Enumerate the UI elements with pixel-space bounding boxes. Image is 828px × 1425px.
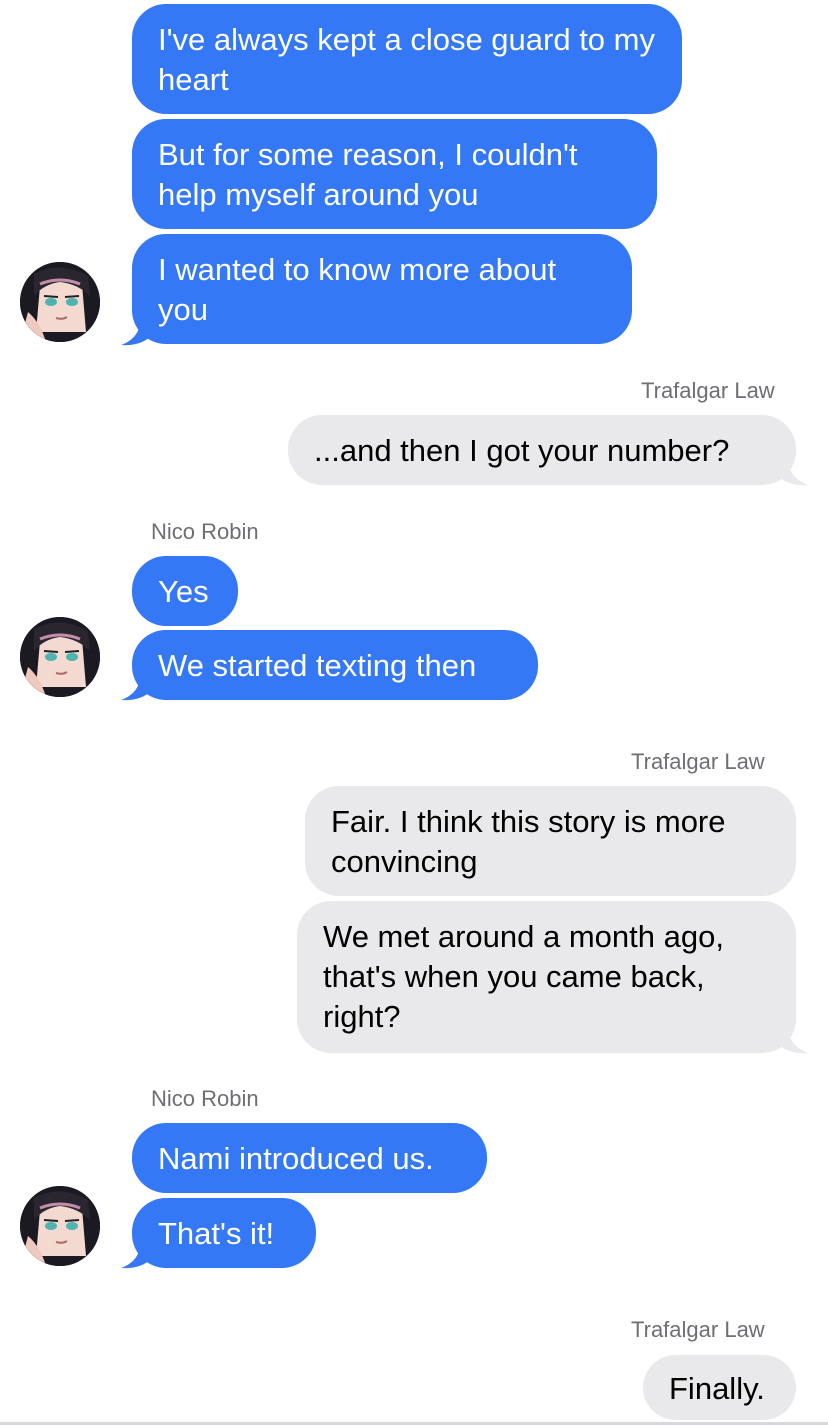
bubble-tail xyxy=(121,671,151,701)
message-bubble-outgoing[interactable]: Finally. xyxy=(643,1355,796,1420)
message-text: That's it! xyxy=(158,1216,275,1251)
sender-label: Trafalgar Law xyxy=(631,749,765,774)
message-text: ...and then I got your number? xyxy=(314,433,730,468)
message-bubble-incoming[interactable]: That's it! xyxy=(132,1198,316,1268)
message-text: Yes xyxy=(158,574,209,609)
bubble-tail xyxy=(778,456,808,486)
nico-robin-avatar-icon[interactable] xyxy=(20,617,100,697)
sender-label: Nico Robin xyxy=(151,519,259,544)
sender-label: Nico Robin xyxy=(151,1086,259,1111)
message-text: We started texting then xyxy=(158,648,477,683)
message-text: We met around a month ago, that's when y… xyxy=(323,919,724,1034)
message-bubble-outgoing[interactable]: ...and then I got your number? xyxy=(288,415,796,485)
message-text: But for some reason, I couldn't help mys… xyxy=(158,137,578,212)
message-text: Nami introduced us. xyxy=(158,1141,434,1176)
message-bubble-incoming[interactable]: Yes xyxy=(132,556,238,626)
message-text: Finally. xyxy=(669,1371,765,1406)
message-bubble-incoming[interactable]: Nami introduced us. xyxy=(132,1123,487,1193)
message-bubble-outgoing[interactable]: Fair. I think this story is more convinc… xyxy=(305,786,796,896)
message-bubble-incoming[interactable]: I wanted to know more about you xyxy=(132,234,632,344)
message-text: I've always kept a close guard to my hea… xyxy=(158,22,655,97)
message-text: I wanted to know more about you xyxy=(158,252,557,327)
bubble-tail xyxy=(121,1239,151,1269)
sender-label: Trafalgar Law xyxy=(641,378,775,403)
message-bubble-outgoing[interactable]: We met around a month ago, that's when y… xyxy=(297,901,796,1053)
bubble-tail xyxy=(778,1024,808,1054)
bubble-tail xyxy=(121,316,151,346)
message-text: Fair. I think this story is more convinc… xyxy=(331,804,726,879)
message-bubble-incoming[interactable]: But for some reason, I couldn't help mys… xyxy=(132,119,657,229)
nico-robin-avatar-icon[interactable] xyxy=(20,1186,100,1266)
message-bubble-incoming[interactable]: I've always kept a close guard to my hea… xyxy=(132,4,682,114)
sender-label: Trafalgar Law xyxy=(631,1317,765,1342)
message-bubble-incoming[interactable]: We started texting then xyxy=(132,630,538,700)
nico-robin-avatar-icon[interactable] xyxy=(20,262,100,342)
